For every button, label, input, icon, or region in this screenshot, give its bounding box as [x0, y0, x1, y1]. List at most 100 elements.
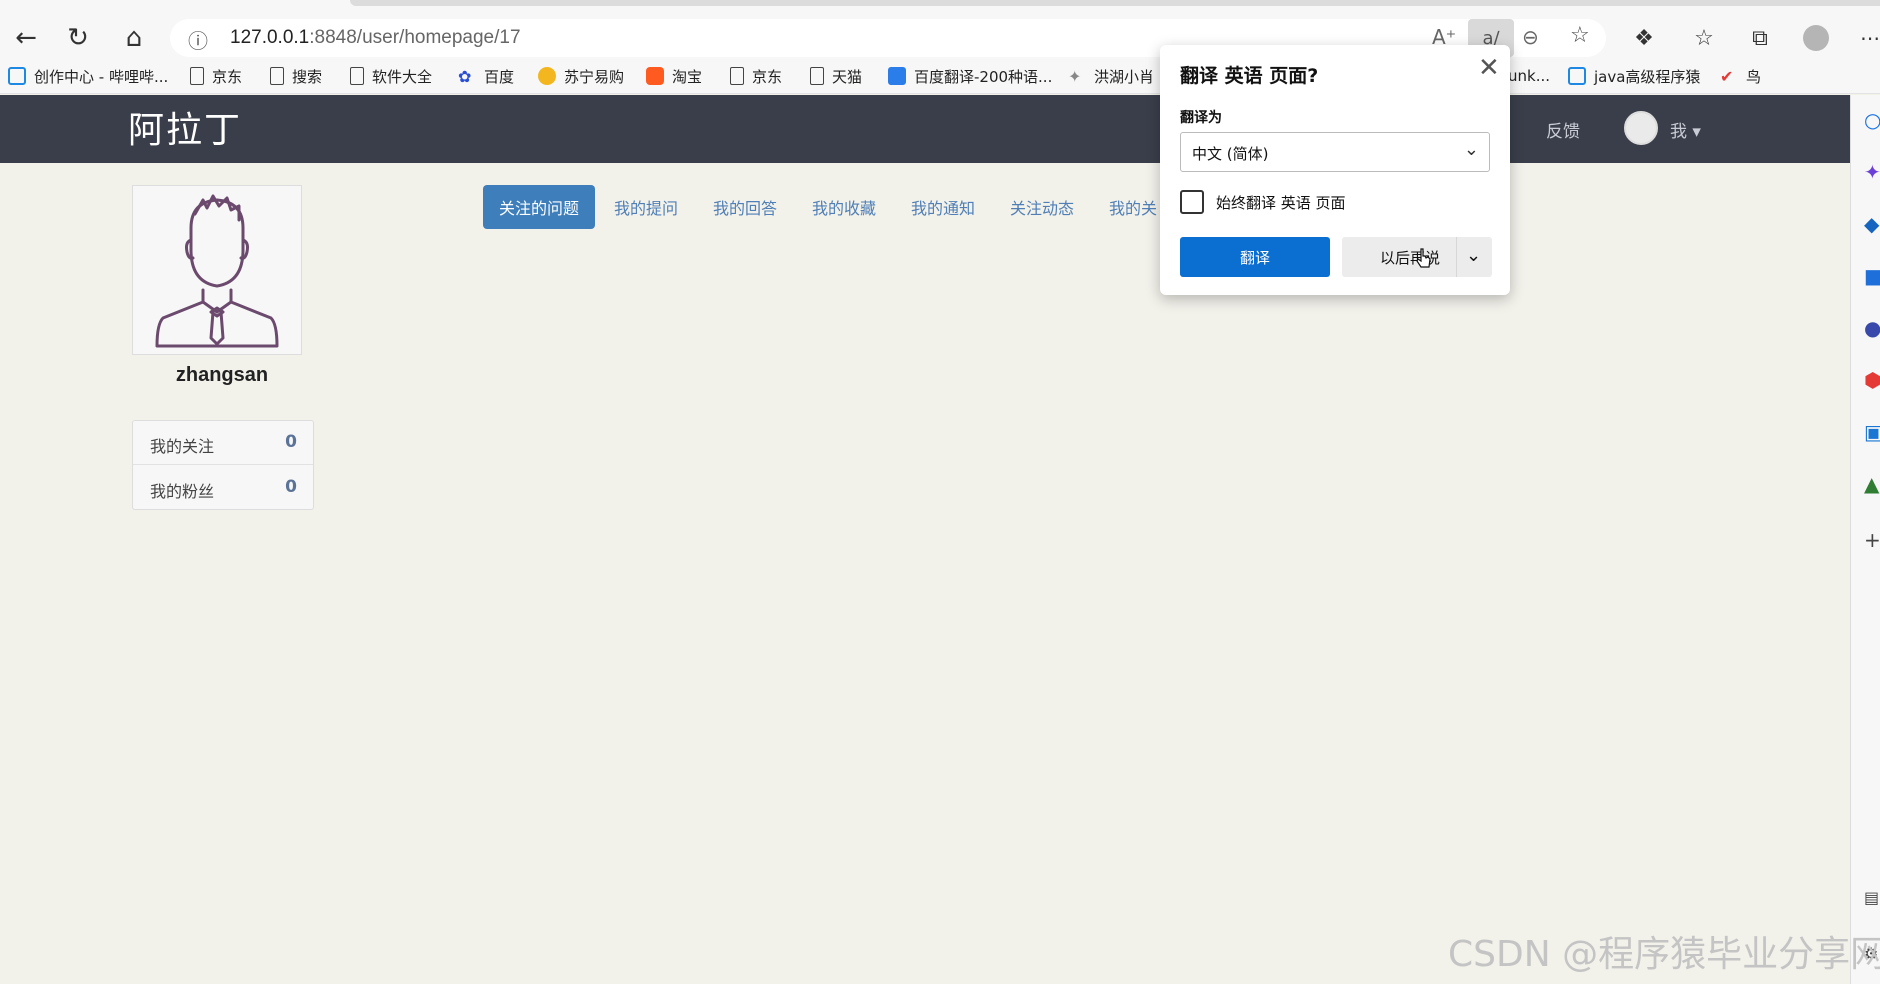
bird-icon: ✔: [1720, 67, 1734, 86]
page-icon: [730, 67, 744, 85]
baidu-paw-icon: ✿: [458, 67, 472, 86]
home-icon[interactable]: ⌂: [116, 20, 152, 56]
stat-label: 我的粉丝: [150, 482, 215, 501]
drop-icon[interactable]: ▲: [1864, 472, 1879, 496]
tab-my-notifications[interactable]: 我的通知: [895, 185, 991, 229]
url-path: :8848/user/homepage/17: [309, 27, 521, 48]
bookmark-item[interactable]: java高级程序猿: [1568, 62, 1700, 90]
bookmark-item[interactable]: 京东: [190, 62, 242, 90]
copilot-icon[interactable]: ✦: [1864, 160, 1880, 184]
caret-down-icon: ▾: [1692, 122, 1701, 142]
translate-button[interactable]: 翻译: [1180, 237, 1330, 277]
bookmarks-bar: 创作中心 - 哔哩哔... 京东 搜索 软件大全 ✿ 百度 苏宁易购 淘宝 京东 …: [0, 58, 1880, 94]
chevron-down-icon[interactable]: ⌄: [1466, 245, 1481, 266]
sidebar-toggle-icon[interactable]: ▤: [1864, 888, 1879, 907]
bookmark-label: 苏宁易购: [564, 67, 625, 86]
zoom-out-icon[interactable]: ⊖: [1522, 25, 1539, 49]
refresh-icon[interactable]: ↻: [60, 20, 96, 56]
tab-my-questions[interactable]: 我的提问: [598, 185, 694, 229]
baidu-translate-icon: [888, 67, 906, 85]
tab-follow-activity[interactable]: 关注动态: [994, 185, 1090, 229]
always-translate-checkbox[interactable]: [1180, 190, 1204, 214]
user-menu-label: 我: [1670, 122, 1687, 142]
stat-count: 0: [285, 477, 297, 497]
mouse-cursor-icon: [1416, 248, 1431, 268]
bookmark-item[interactable]: ✿ 百度: [458, 62, 514, 90]
bookmark-item[interactable]: unk...: [1508, 62, 1550, 90]
bookmark-item[interactable]: 淘宝: [646, 62, 702, 90]
bookmark-label: 洪湖小肖: [1094, 67, 1155, 86]
user-silhouette-icon: [155, 194, 279, 348]
bookmark-item[interactable]: ✦ 洪湖小肖: [1068, 62, 1154, 90]
bookmark-label: java高级程序猿: [1594, 67, 1701, 86]
bookmark-item[interactable]: 搜索: [270, 62, 322, 90]
collections-icon[interactable]: ⧉: [1742, 20, 1778, 56]
always-translate-label[interactable]: 始终翻译 英语 页面: [1216, 192, 1346, 213]
profile-stats: 我的关注 0 我的粉丝 0: [132, 420, 314, 510]
add-favorite-icon[interactable]: ☆: [1570, 23, 1590, 48]
search-icon[interactable]: ○: [1864, 108, 1880, 132]
feedback-link[interactable]: 反馈: [1546, 117, 1580, 142]
profile-username: zhangsan: [175, 364, 269, 386]
bookmark-label: 搜索: [292, 67, 323, 86]
bookmark-label: 天猫: [832, 67, 863, 86]
bookmark-label: 淘宝: [672, 67, 703, 86]
site-logo[interactable]: 阿拉丁: [128, 101, 242, 153]
favorites-icon[interactable]: ☆: [1686, 20, 1722, 56]
profile-icon[interactable]: [1798, 20, 1834, 56]
bookmark-item[interactable]: 百度翻译-200种语...: [888, 62, 1052, 90]
watermark: CSDN @程序猿毕业分享网: [1448, 934, 1880, 975]
add-icon[interactable]: +: [1864, 528, 1880, 552]
games-icon[interactable]: ●: [1864, 316, 1880, 340]
bookmark-item[interactable]: 天猫: [810, 62, 862, 90]
page-icon: [190, 67, 204, 85]
stat-label: 我的关注: [150, 437, 215, 456]
site-navbar: 阿拉丁 反馈 我 ▾: [0, 95, 1850, 163]
bilibili-icon: [1568, 67, 1586, 85]
translate-popup-title: 翻译 英语 页面?: [1180, 65, 1319, 87]
bookmark-label: 鸟: [1746, 67, 1762, 86]
info-icon[interactable]: ⓘ: [188, 25, 208, 54]
stat-followers[interactable]: 我的粉丝 0: [133, 466, 313, 510]
bookmark-label: 京东: [212, 67, 243, 86]
bookmark-item[interactable]: ✔ 鸟: [1720, 62, 1761, 90]
shopping-icon[interactable]: ◆: [1864, 212, 1879, 236]
avatar[interactable]: [1624, 111, 1658, 145]
page-icon: [350, 67, 364, 85]
url-text[interactable]: 127.0.0.1:8848/user/homepage/17: [230, 27, 521, 49]
more-icon[interactable]: ⋯: [1852, 20, 1880, 56]
browser-toolbar: ← ↻ ⌂ ⓘ 127.0.0.1:8848/user/homepage/17 …: [0, 8, 1880, 58]
translate-to-label: 翻译为: [1180, 110, 1222, 126]
stat-following[interactable]: 我的关注 0: [133, 421, 313, 465]
bookmark-label: 软件大全: [372, 67, 433, 86]
back-icon[interactable]: ←: [8, 20, 44, 56]
suning-icon: [538, 67, 556, 85]
office-icon[interactable]: ⬢: [1864, 368, 1880, 392]
extensions-icon[interactable]: ❖: [1626, 20, 1662, 56]
bookmark-label: 创作中心 - 哔哩哔...: [34, 67, 169, 86]
bookmark-label: 京东: [752, 67, 783, 86]
bilibili-icon: [8, 67, 26, 85]
bookmark-item[interactable]: 创作中心 - 哔哩哔...: [8, 62, 168, 90]
language-select-value: 中文 (简体): [1192, 145, 1269, 163]
translate-popup: 翻译 英语 页面? ✕ 翻译为 中文 (简体) ⌄ 始终翻译 英语 页面 翻译 …: [1160, 45, 1510, 295]
language-select[interactable]: 中文 (简体) ⌄: [1180, 132, 1490, 172]
bird-icon: ✦: [1068, 67, 1082, 86]
stat-count: 0: [285, 432, 297, 452]
outlook-icon[interactable]: ▣: [1864, 420, 1880, 444]
close-icon[interactable]: ✕: [1478, 53, 1500, 83]
tab-my-answers[interactable]: 我的回答: [697, 185, 793, 229]
page-icon: [270, 67, 284, 85]
chevron-down-icon: ⌄: [1463, 139, 1479, 160]
bookmark-label: unk...: [1508, 67, 1551, 85]
bookmark-item[interactable]: 苏宁易购: [538, 62, 624, 90]
tools-icon[interactable]: ■: [1864, 264, 1880, 288]
taobao-icon: [646, 67, 664, 85]
tab-followed-questions[interactable]: 关注的问题: [483, 185, 596, 229]
bookmark-label: 百度: [484, 67, 515, 86]
active-tab-edge: [350, 0, 1880, 6]
user-menu[interactable]: 我 ▾: [1670, 117, 1701, 142]
tab-my-favorites[interactable]: 我的收藏: [796, 185, 892, 229]
bookmark-item[interactable]: 京东: [730, 62, 782, 90]
bookmark-item[interactable]: 软件大全: [350, 62, 432, 90]
